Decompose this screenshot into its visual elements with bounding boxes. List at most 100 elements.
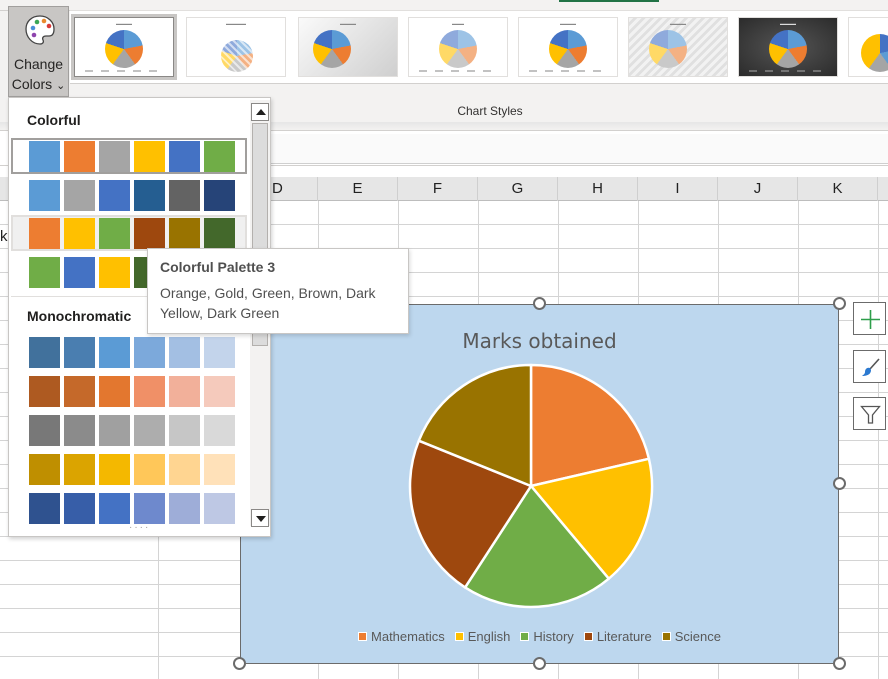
- change-colors-button[interactable]: Change Colors ⌄: [8, 6, 69, 97]
- color-swatch: [64, 376, 95, 407]
- column-header-i[interactable]: I: [638, 177, 718, 201]
- color-swatch: [134, 180, 165, 211]
- colorful-palette-1[interactable]: [11, 138, 247, 174]
- color-swatch: [29, 415, 60, 446]
- chart-elements-button[interactable]: [853, 302, 886, 335]
- change-colors-label-2: Colors ⌄: [11, 76, 66, 92]
- thumb-title: ▬▬▬▬: [670, 21, 686, 26]
- chart-filters-button[interactable]: [853, 397, 886, 430]
- color-swatch: [204, 218, 235, 249]
- color-swatch: [99, 257, 130, 288]
- color-swatch: [29, 218, 60, 249]
- color-swatch: [64, 218, 95, 249]
- chart-style-8[interactable]: ▬▬: [848, 17, 888, 77]
- legend-swatch: [583, 632, 593, 642]
- chart-styles-gallery: ▬▬▬▬ ▬▬▬▬▬ ▬▬▬▬ ▬▬▬ ▬▬▬▬ ▬▬▬▬ ▬▬▬▬: [70, 10, 888, 84]
- formula-bar-input[interactable]: [270, 134, 888, 164]
- monochromatic-palette-1[interactable]: [11, 334, 247, 370]
- color-swatch: [99, 218, 130, 249]
- chart-style-4[interactable]: ▬▬▬: [408, 17, 508, 77]
- thumb-title: ▬▬▬▬: [116, 21, 132, 26]
- colorful-palette-2[interactable]: [11, 177, 247, 213]
- chart-style-1[interactable]: ▬▬▬▬: [71, 14, 177, 80]
- color-swatch: [134, 337, 165, 368]
- color-swatch: [64, 257, 95, 288]
- color-swatch: [29, 180, 60, 211]
- thumb-title: ▬▬▬▬: [780, 21, 796, 26]
- grid-column-line: [878, 201, 879, 679]
- color-swatch: [134, 141, 165, 172]
- color-swatch: [99, 454, 130, 485]
- color-swatch: [204, 415, 235, 446]
- color-swatch: [29, 376, 60, 407]
- resize-handle-top[interactable]: [533, 297, 546, 310]
- monochromatic-palette-2[interactable]: [11, 373, 247, 409]
- legend-item-literature[interactable]: Literature: [583, 629, 652, 644]
- color-swatch: [134, 218, 165, 249]
- legend-item-mathematics[interactable]: Mathematics: [358, 629, 445, 644]
- chart-style-7[interactable]: ▬▬▬▬: [738, 17, 838, 77]
- column-header-d[interactable]: D: [270, 177, 318, 201]
- thumb-pie: [549, 30, 587, 68]
- color-swatch: [99, 415, 130, 446]
- column-header-k[interactable]: K: [798, 177, 878, 201]
- legend-item-history[interactable]: History: [520, 629, 574, 644]
- chart-style-2[interactable]: ▬▬▬▬▬: [186, 17, 286, 77]
- resize-handle-bottom-right[interactable]: [833, 657, 846, 670]
- thumb-title: ▬▬: [849, 21, 888, 26]
- legend-swatch: [358, 632, 368, 642]
- thumb-title: ▬▬▬▬: [560, 21, 576, 26]
- scroll-up-button[interactable]: [251, 103, 269, 121]
- tooltip-title: Colorful Palette 3: [160, 259, 276, 275]
- resize-handle-top-right[interactable]: [833, 297, 846, 310]
- monochromatic-palette-3[interactable]: [11, 412, 247, 448]
- column-header-g[interactable]: G: [478, 177, 558, 201]
- chart-style-5[interactable]: ▬▬▬▬: [518, 17, 618, 77]
- chart-legend[interactable]: Mathematics English History Literature Scien…: [241, 629, 838, 644]
- color-swatch: [134, 415, 165, 446]
- chart-styles-button[interactable]: [853, 350, 886, 383]
- chart-area[interactable]: Marks obtained Mathematics English History…: [240, 304, 839, 664]
- color-swatch: [64, 141, 95, 172]
- monochromatic-palette-4[interactable]: [11, 451, 247, 487]
- color-swatch: [169, 493, 200, 524]
- color-swatch: [169, 454, 200, 485]
- color-swatch: [64, 180, 95, 211]
- thumb-pie: [861, 34, 888, 72]
- thumb-title: ▬▬▬: [452, 21, 464, 26]
- resize-handle-right[interactable]: [833, 477, 846, 490]
- color-swatch: [204, 493, 235, 524]
- monochromatic-section-title: Monochromatic: [27, 308, 132, 324]
- legend-item-science[interactable]: Science: [661, 629, 721, 644]
- color-swatch: [64, 454, 95, 485]
- color-swatch: [169, 218, 200, 249]
- color-swatch: [29, 493, 60, 524]
- scroll-down-button[interactable]: [251, 509, 269, 527]
- resize-handle-bottom-left[interactable]: [233, 657, 246, 670]
- color-swatch: [29, 337, 60, 368]
- legend-item-english[interactable]: English: [454, 629, 510, 644]
- chart-style-3[interactable]: ▬▬▬▬: [298, 17, 398, 77]
- chart-styles-group-label: Chart Styles: [457, 104, 523, 118]
- thumb-pie: [221, 40, 253, 72]
- thumb-pie: [769, 30, 807, 68]
- column-header-e[interactable]: E: [318, 177, 398, 201]
- monochromatic-palette-5[interactable]: [11, 490, 247, 526]
- color-palette-icon: [25, 15, 55, 45]
- column-header-f[interactable]: F: [398, 177, 478, 201]
- legend-swatch: [454, 632, 464, 642]
- column-header-h[interactable]: H: [558, 177, 638, 201]
- color-swatch: [134, 493, 165, 524]
- cell-text-partial[interactable]: k: [0, 228, 8, 245]
- chart-style-6[interactable]: ▬▬▬▬: [628, 17, 728, 77]
- column-header-j[interactable]: J: [718, 177, 798, 201]
- resize-handle-bottom[interactable]: [533, 657, 546, 670]
- thumb-pie: [105, 30, 143, 68]
- colorful-palette-3[interactable]: [11, 215, 247, 251]
- thumb-legend: [749, 70, 829, 72]
- thumb-title: ▬▬▬▬: [340, 21, 356, 26]
- color-swatch: [204, 141, 235, 172]
- color-swatch: [64, 337, 95, 368]
- color-swatch: [134, 376, 165, 407]
- color-swatch: [169, 337, 200, 368]
